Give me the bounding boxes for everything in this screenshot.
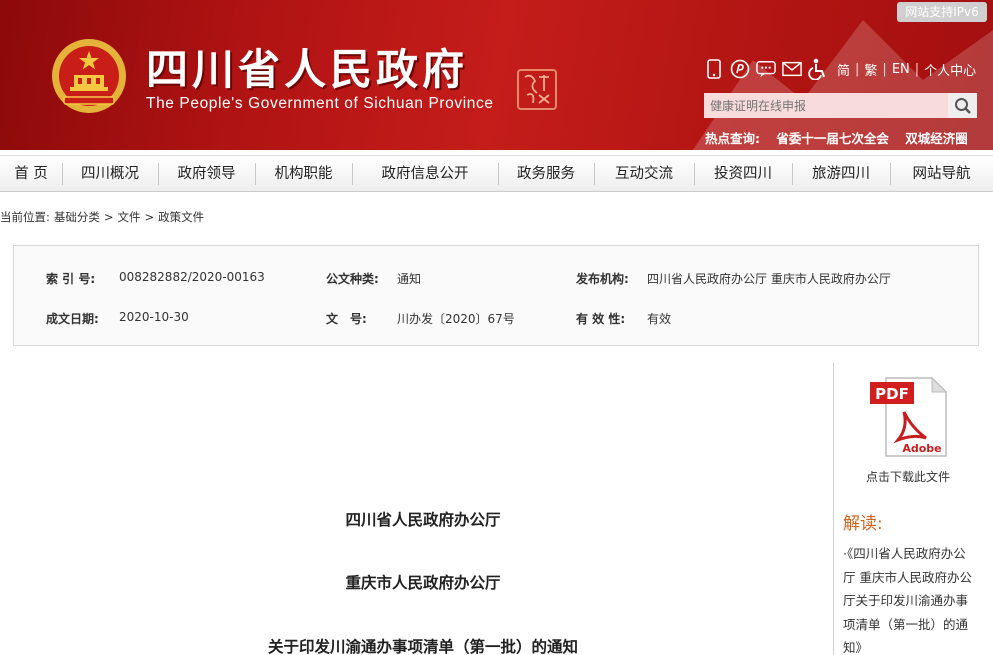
personal-center-link[interactable]: 个人中心: [924, 60, 976, 79]
nav-item-info-disclosure[interactable]: 政府信息公开: [352, 156, 498, 192]
mobile-icon[interactable]: [704, 58, 724, 80]
breadcrumb: 当前位置: 基础分类 > 文件 > 政策文件: [0, 209, 208, 225]
pdf-download-icon[interactable]: PDF Adobe: [868, 376, 948, 458]
header-toolbar: 简 | 繁 | EN | 个人中心: [704, 56, 979, 82]
breadcrumb-link[interactable]: 政策文件: [158, 210, 204, 224]
nav-item-invest[interactable]: 投资四川: [694, 156, 792, 192]
site-header: 四川省人民政府 The People's Government of Sichu…: [0, 0, 993, 150]
lang-simplified-link[interactable]: 简: [837, 60, 850, 79]
validity-label: 有 效 性:: [576, 312, 626, 326]
lang-traditional-link[interactable]: 繁: [864, 60, 877, 79]
nav-item-services[interactable]: 政务服务: [498, 156, 594, 192]
publisher-value: 四川省人民政府办公厅 重庆市人民政府办公厅: [647, 272, 891, 286]
site-search: [704, 93, 977, 118]
doc-type-label: 公文种类:: [326, 272, 379, 286]
nav-item-functions[interactable]: 机构职能: [255, 156, 352, 192]
hot-topic-link[interactable]: 省委十一届七次全会: [776, 131, 889, 146]
nav-item-home[interactable]: 首 页: [0, 156, 62, 192]
wechat-icon[interactable]: [756, 58, 776, 80]
site-subtitle: The People's Government of Sichuan Provi…: [146, 95, 494, 112]
breadcrumb-prefix: 当前位置:: [0, 210, 50, 224]
search-icon: [954, 97, 971, 114]
issuer-line-2: 重庆市人民政府办公厅: [345, 573, 501, 592]
nav-item-sitemap[interactable]: 网站导航: [890, 156, 993, 192]
weibo-icon[interactable]: [730, 58, 750, 80]
index-label: 索 引 号:: [46, 272, 96, 286]
divider: |: [914, 61, 920, 77]
issuer-line-1: 四川省人民政府办公厅: [345, 510, 501, 529]
hot-topics-label: 热点查询:: [705, 131, 760, 146]
nav-item-interaction[interactable]: 互动交流: [594, 156, 694, 192]
doc-number-label: 文 号:: [326, 312, 367, 326]
document-meta-table: 索 引 号: 008282882/2020-00163 公文种类: 通知 发布机…: [13, 245, 979, 346]
download-file-link[interactable]: 点击下载此文件: [834, 468, 982, 485]
date-label: 成文日期:: [46, 312, 99, 326]
interpretation-link[interactable]: ·《四川省人民政府办公厅 重庆市人民政府办公厅关于印发川渝通办事项清单（第一批）…: [843, 542, 973, 655]
interpretation-heading: 解读:: [843, 514, 883, 534]
nav-item-tourism[interactable]: 旅游四川: [792, 156, 890, 192]
ipv6-badge: 网站支持IPv6: [897, 2, 987, 22]
site-title: 四川省人民政府: [146, 45, 469, 94]
svg-text:Adobe: Adobe: [902, 442, 941, 455]
national-emblem-icon: [52, 39, 126, 113]
lang-english-link[interactable]: EN: [892, 62, 910, 77]
accessibility-icon[interactable]: [808, 58, 828, 80]
calligraphy-seal-icon: [517, 69, 557, 110]
breadcrumb-link[interactable]: 文件: [118, 210, 141, 224]
breadcrumb-link[interactable]: 基础分类: [54, 210, 100, 224]
document-title: 关于印发川渝通办事项清单（第一批）的通知: [267, 637, 578, 655]
mail-icon[interactable]: [782, 58, 802, 80]
search-input[interactable]: [704, 93, 948, 118]
hot-topics: 热点查询: 省委十一届七次全会 双城经济圈: [705, 128, 980, 147]
doc-type-value: 通知: [397, 272, 422, 286]
svg-text:PDF: PDF: [875, 385, 909, 403]
search-button[interactable]: [948, 93, 977, 118]
validity-value: 有效: [647, 312, 672, 326]
breadcrumb-separator: >: [103, 210, 114, 224]
divider: |: [882, 61, 887, 77]
date-value: 2020-10-30: [119, 310, 189, 324]
publisher-label: 发布机构:: [576, 272, 629, 286]
nav-item-overview[interactable]: 四川概况: [62, 156, 158, 192]
index-value: 008282882/2020-00163: [119, 270, 265, 284]
main-nav: 首 页 四川概况 政府领导 机构职能 政府信息公开 政务服务 互动交流 投资四川…: [0, 155, 993, 192]
breadcrumb-separator: >: [144, 210, 155, 224]
document-body: 四川省人民政府办公厅 重庆市人民政府办公厅 关于印发川渝通办事项清单（第一批）的…: [13, 360, 833, 655]
hot-topic-link[interactable]: 双城经济圈: [905, 131, 968, 146]
document-sidebar: PDF Adobe 点击下载此文件 解读: ·《四川省人民政府办公厅 重庆市人民…: [833, 362, 993, 655]
nav-item-leaders[interactable]: 政府领导: [158, 156, 255, 192]
divider: |: [855, 61, 860, 77]
doc-number-value: 川办发〔2020〕67号: [397, 312, 515, 326]
